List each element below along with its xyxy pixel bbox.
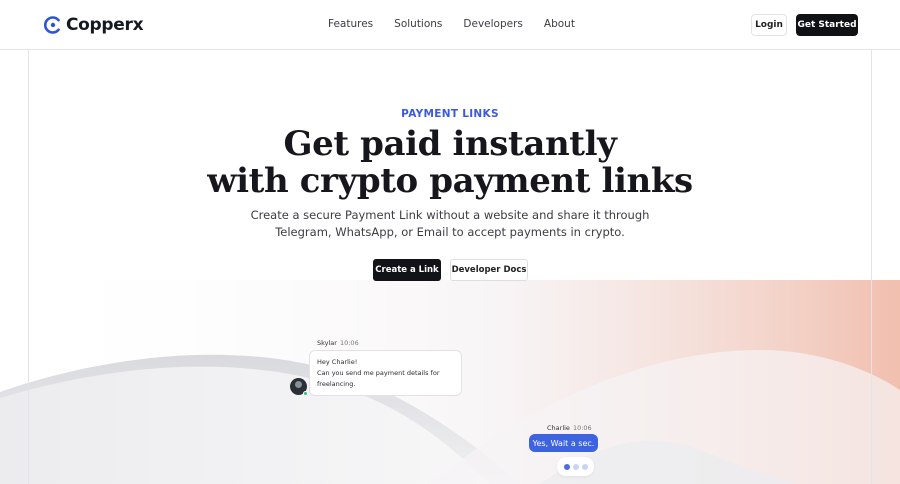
outgoing-message-bubble: Yes, Wait a sec. (529, 434, 598, 452)
typing-dot (563, 463, 570, 470)
main-nav: Features Solutions Developers About (328, 18, 575, 30)
hero-headline-line-2: with crypto payment links (207, 161, 693, 201)
typing-dot (581, 463, 588, 470)
incoming-timestamp: 10:06 (339, 339, 359, 347)
login-button[interactable]: Login (751, 14, 787, 36)
hero-headline-line-1: Get paid instantly (283, 124, 617, 164)
create-link-button[interactable]: Create a Link (373, 259, 441, 281)
brand-name: Copperx (66, 15, 144, 35)
get-started-button[interactable]: Get Started (796, 14, 858, 36)
incoming-message-bubble: Hey Charlie! Can you send me payment det… (309, 350, 462, 396)
top-nav-bar: Copperx Features Solutions Developers Ab… (0, 0, 900, 50)
incoming-message-line: Can you send me payment details for (317, 369, 440, 377)
developer-docs-button[interactable]: Developer Docs (450, 259, 528, 281)
online-status-dot (303, 391, 308, 396)
nav-link-solutions[interactable]: Solutions (394, 18, 442, 30)
incoming-message-line: freelancing. (317, 380, 356, 388)
brand-logo[interactable]: Copperx (43, 15, 144, 35)
outgoing-sender-name: Charlie (547, 424, 570, 432)
incoming-sender-name: Skylar (317, 339, 337, 347)
hero-subtitle-line-2: Telegram, WhatsApp, or Email to accept p… (275, 225, 625, 239)
incoming-message-line: Hey Charlie! (317, 358, 358, 366)
typing-dot (572, 463, 579, 470)
hero-subtitle-line-1: Create a secure Payment Link without a w… (250, 208, 650, 222)
page: Copperx Features Solutions Developers Ab… (0, 0, 900, 484)
incoming-message-meta: Skylar 10:06 (317, 339, 359, 347)
nav-link-developers[interactable]: Developers (463, 18, 522, 30)
nav-link-features[interactable]: Features (328, 18, 373, 30)
hero-subtitle: Create a secure Payment Link without a w… (250, 207, 650, 241)
outgoing-timestamp: 10:06 (572, 424, 592, 432)
hero-eyebrow: PAYMENT LINKS (401, 108, 499, 120)
typing-indicator (557, 457, 594, 476)
hero-headline: Get paid instantly with crypto payment l… (0, 126, 900, 200)
nav-link-about[interactable]: About (544, 18, 575, 30)
copperx-c-logo-icon (44, 16, 60, 34)
outgoing-message-meta: Charlie 10:06 (547, 424, 592, 432)
